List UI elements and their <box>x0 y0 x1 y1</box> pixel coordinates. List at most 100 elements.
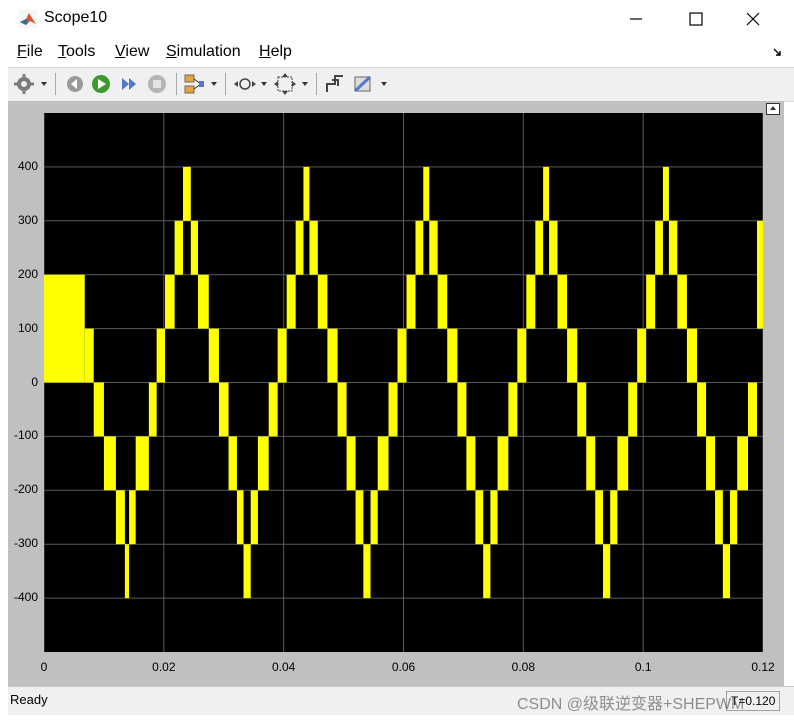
menu-view[interactable]: View <box>115 43 149 61</box>
minimize-icon[interactable] <box>625 8 647 30</box>
waveform-segment <box>517 328 527 383</box>
menu-tools-rest: ools <box>66 43 96 60</box>
waveform-segment <box>577 382 587 437</box>
close-icon[interactable] <box>742 8 764 30</box>
step-forward-icon[interactable] <box>118 72 140 96</box>
waveform-segment <box>309 220 318 275</box>
menu-file-accel: F <box>17 43 27 60</box>
status-text: Ready <box>10 692 48 707</box>
waveform-segment <box>388 382 398 437</box>
toolbar-separator <box>225 73 226 95</box>
toolbar <box>8 67 794 102</box>
waveform-segment <box>406 274 416 329</box>
waveform-segment <box>337 382 347 437</box>
waveform-segment <box>457 382 467 437</box>
title-bar: Scope10 <box>0 0 794 38</box>
y-tick-label: 100 <box>17 320 38 335</box>
waveform-segment <box>508 382 518 437</box>
menu-view-accel: V <box>115 43 126 60</box>
waveform-segment <box>677 274 687 329</box>
menu-tools[interactable]: Tools <box>58 43 95 61</box>
waveform-segment <box>84 328 94 383</box>
x-tick-label: 0.12 <box>751 660 775 674</box>
waveform-segment <box>715 490 723 545</box>
waveform-segment <box>257 436 269 491</box>
waveform-segment <box>617 436 629 491</box>
y-tick-label: -300 <box>13 536 38 551</box>
waveform-segment <box>115 490 125 545</box>
waveform-segment <box>447 328 458 383</box>
cursor-measure-icon[interactable] <box>352 72 374 96</box>
y-tick-label: -100 <box>13 428 38 443</box>
menu-help-rest: elp <box>270 43 292 60</box>
waveform-segment <box>346 436 356 491</box>
waveform-segment <box>543 166 550 221</box>
scope-plot-svg <box>44 113 763 652</box>
waveform-segment <box>686 328 698 383</box>
undock-arrow-icon[interactable] <box>772 47 782 57</box>
x-tick-label: 0.08 <box>511 660 535 674</box>
watermark-text: CSDN @级联逆变器+SHEPWM <box>517 696 745 713</box>
settings-dropdown-caret[interactable] <box>41 82 47 86</box>
waveform-segment <box>526 274 536 329</box>
waveform-segment <box>303 166 310 221</box>
waveform-segment <box>165 274 175 329</box>
menu-tools-accel: T <box>58 43 66 60</box>
x-tick-label: 0.04 <box>271 660 296 674</box>
measure-dropdown-caret[interactable] <box>381 82 387 86</box>
waveform-segment <box>748 382 758 437</box>
stop-icon[interactable] <box>146 72 168 96</box>
waveform-segment <box>549 220 558 275</box>
maximize-axes-icon[interactable] <box>766 103 780 115</box>
waveform-segment <box>355 490 364 545</box>
menu-help-accel: H <box>259 43 271 60</box>
waveform-segment <box>655 220 663 275</box>
signal-select-icon[interactable] <box>183 72 205 96</box>
waveform-segment <box>397 328 407 383</box>
x-tick-label: 0.02 <box>152 660 176 674</box>
waveform-segment <box>730 490 738 545</box>
y-tick-label: 0 <box>31 374 38 389</box>
x-tick-label: 0.06 <box>391 660 416 674</box>
waveform-segment <box>218 382 229 437</box>
signal-select-caret[interactable] <box>211 82 217 86</box>
waveform-segment <box>415 220 424 275</box>
waveform-segment <box>466 436 476 491</box>
waveform-segment <box>557 274 568 329</box>
step-back-icon[interactable] <box>63 72 85 96</box>
zoom-dropdown-caret[interactable] <box>261 82 267 86</box>
waveform-segment <box>483 544 491 599</box>
waveform-segment <box>610 490 618 545</box>
scope-plot-area[interactable] <box>44 113 763 652</box>
menu-simulation-rest: imulation <box>176 43 241 60</box>
waveform-segment <box>268 382 278 437</box>
menu-simulation[interactable]: Simulation <box>166 43 241 61</box>
waveform-segment <box>595 490 604 545</box>
waveform-segment <box>277 328 287 383</box>
waveform-segment <box>646 274 656 329</box>
waveform-segment <box>637 328 647 383</box>
run-icon[interactable] <box>90 72 112 96</box>
toolbar-separator <box>316 73 317 95</box>
menu-help[interactable]: Help <box>259 43 292 61</box>
waveform-segment <box>628 382 638 437</box>
menu-file[interactable]: File <box>17 43 43 61</box>
settings-gear-icon[interactable] <box>13 72 35 96</box>
zoom-icon[interactable] <box>233 72 257 96</box>
matlab-icon <box>19 10 37 28</box>
menu-simulation-accel: S <box>166 43 177 60</box>
waveform-segment <box>174 220 184 275</box>
autoscale-icon[interactable] <box>274 72 296 96</box>
waveform-segment <box>183 166 191 221</box>
waveform-segment <box>135 436 149 491</box>
restore-layout-icon[interactable] <box>324 72 346 96</box>
autoscale-dropdown-caret[interactable] <box>302 82 308 86</box>
waveform-segment <box>662 166 669 221</box>
waveform-segment <box>475 490 484 545</box>
waveform-segment <box>737 436 749 491</box>
waveform-segment <box>429 220 438 275</box>
x-tick-label: 0 <box>40 660 48 674</box>
y-tick-label: 200 <box>17 266 38 281</box>
waveform-segment <box>197 274 209 329</box>
maximize-window-icon[interactable] <box>685 8 707 30</box>
